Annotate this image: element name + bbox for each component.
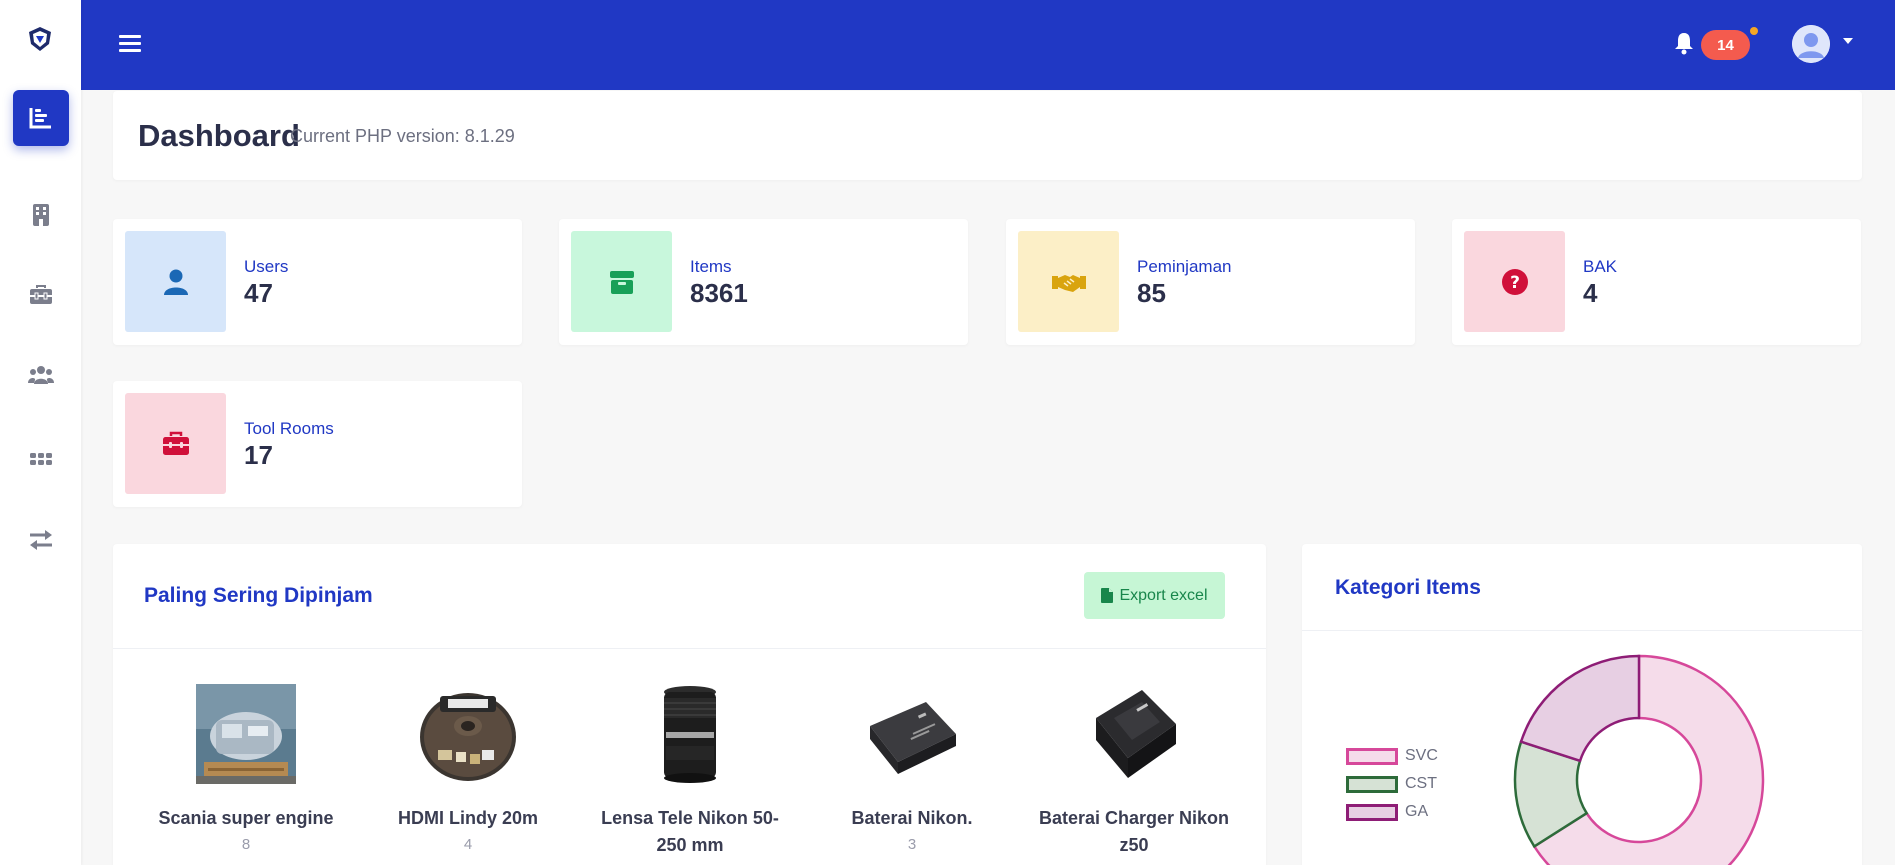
- user-icon: [163, 269, 188, 295]
- panel-title: Paling Sering Dipinjam: [144, 584, 373, 607]
- stat-card-items[interactable]: Items 8361: [559, 219, 968, 345]
- product-name: Scania super engine: [158, 808, 334, 828]
- panel-header: Paling Sering Dipinjam Export excel: [113, 544, 1266, 649]
- popular-item-card[interactable]: Baterai Charger Nikon z50: [1034, 684, 1234, 863]
- product-image: [1096, 690, 1176, 778]
- popular-item-card[interactable]: HDMI Lindy 20m 4: [368, 684, 568, 853]
- sidebar-item-tools[interactable]: [13, 267, 69, 323]
- sidebar-item-buildings[interactable]: [13, 187, 69, 243]
- stat-icon-box: ?: [1464, 231, 1565, 332]
- stat-label: Tool Rooms: [244, 419, 334, 438]
- product-borrow-count: 3: [907, 836, 917, 853]
- product-name: Baterai Charger Nikon z50: [1038, 808, 1230, 855]
- stat-value: 4: [1583, 278, 1598, 308]
- toolbox-icon: [30, 285, 52, 304]
- product-name: Baterai Nikon.: [851, 808, 973, 828]
- stat-value: 85: [1137, 278, 1166, 308]
- popular-items-panel: Paling Sering Dipinjam Export excel Scan…: [113, 544, 1266, 865]
- product-borrow-count: 8: [241, 836, 251, 853]
- legend-swatch: [1346, 803, 1398, 821]
- donut-slice-ga[interactable]: [1519, 654, 1641, 763]
- handshake-icon: [1051, 274, 1086, 292]
- stat-icon-box: [571, 231, 672, 332]
- legend-item-ga[interactable]: GA: [1346, 798, 1438, 826]
- popular-item-card[interactable]: Lensa Tele Nikon 50-250 mm: [590, 684, 790, 863]
- user-avatar-icon: [1792, 25, 1830, 63]
- exchange-icon: [30, 530, 52, 550]
- notifications-button[interactable]: [1673, 31, 1695, 55]
- category-donut-chart: [1513, 654, 1765, 865]
- legend-label: GA: [1405, 803, 1429, 820]
- chart-bar-icon: [29, 108, 51, 129]
- stat-card-users[interactable]: Users 47: [113, 219, 522, 345]
- panel-title: Kategori Items: [1335, 576, 1481, 599]
- status-dot: [1750, 27, 1758, 35]
- stat-icon-box: [1018, 231, 1119, 332]
- stat-label: BAK: [1583, 257, 1618, 276]
- sidebar-item-transactions[interactable]: [13, 512, 69, 568]
- stat-card-peminjaman[interactable]: Peminjaman 85: [1006, 219, 1415, 345]
- stat-value: 47: [244, 278, 273, 308]
- popular-item-card[interactable]: Scania super engine 8: [146, 684, 346, 853]
- product-name: HDMI Lindy 20m: [397, 808, 539, 828]
- page-title: Dashboard: [138, 118, 300, 153]
- stat-card-bak[interactable]: ? BAK 4: [1452, 219, 1861, 345]
- stat-label: Peminjaman: [1137, 257, 1232, 276]
- product-name: Lensa Tele Nikon 50-250 mm: [601, 808, 779, 855]
- grid-icon: [30, 453, 52, 465]
- menu-toggle-button[interactable]: [118, 31, 142, 55]
- legend-label: CST: [1405, 775, 1437, 792]
- stat-value: 8361: [690, 278, 748, 308]
- topbar: [81, 0, 1895, 90]
- product-image: [420, 693, 516, 781]
- legend-label: SVC: [1405, 747, 1438, 764]
- question-circle-icon: ?: [1501, 268, 1528, 295]
- toolbox-icon: [162, 431, 189, 455]
- hamburger-icon: [119, 35, 141, 52]
- product-image: [870, 702, 956, 774]
- chart-legend: SVC CST GA: [1346, 742, 1438, 826]
- legend-swatch: [1346, 775, 1398, 793]
- legend-swatch: [1346, 747, 1398, 765]
- legend-item-svc[interactable]: SVC: [1346, 742, 1438, 770]
- sidebar: [0, 0, 81, 865]
- export-label: Export excel: [1119, 586, 1208, 604]
- stat-card-tool-rooms[interactable]: Tool Rooms 17: [113, 381, 522, 507]
- brand-logo[interactable]: [25, 24, 55, 54]
- page-header-card: Dashboard Current PHP version: 8.1.29: [113, 91, 1862, 180]
- php-version-text: Current PHP version: 8.1.29: [290, 126, 515, 146]
- stat-label: Items: [690, 257, 732, 276]
- bell-icon: [1675, 33, 1693, 55]
- panel-header: Kategori Items: [1302, 544, 1862, 631]
- users-icon: [28, 366, 54, 384]
- stat-label: Users: [244, 257, 289, 276]
- product-image: [196, 684, 296, 784]
- popular-item-card[interactable]: Baterai Nikon. 3: [812, 684, 1012, 853]
- file-icon: [1101, 588, 1114, 603]
- box-icon: [609, 270, 634, 294]
- notification-count-badge[interactable]: 14: [1701, 30, 1750, 60]
- sidebar-item-users[interactable]: [13, 347, 69, 403]
- sidebar-item-dashboard[interactable]: [13, 90, 69, 146]
- legend-item-cst[interactable]: CST: [1346, 770, 1438, 798]
- stat-icon-box: [125, 231, 226, 332]
- svg-text:?: ?: [1510, 273, 1520, 293]
- stat-value: 17: [244, 440, 273, 470]
- user-avatar[interactable]: [1792, 25, 1830, 63]
- sidebar-item-apps[interactable]: [13, 431, 69, 487]
- user-menu-caret-icon[interactable]: [1843, 38, 1853, 44]
- product-image: [664, 686, 716, 783]
- product-borrow-count: 4: [463, 836, 473, 853]
- building-icon: [33, 204, 49, 226]
- export-excel-button[interactable]: Export excel: [1084, 572, 1225, 619]
- stat-icon-box: [125, 393, 226, 494]
